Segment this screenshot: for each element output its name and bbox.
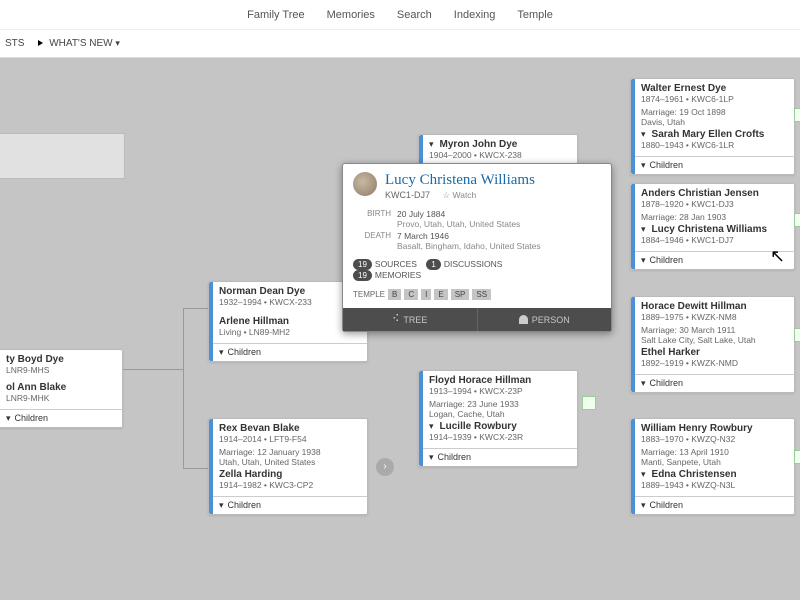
children-toggle[interactable]: Children	[209, 343, 367, 361]
connector	[183, 308, 208, 309]
connector	[183, 308, 184, 468]
card-william-rowbury[interactable]: William Henry Rowbury 1883–1970 • KWZQ-N…	[630, 418, 795, 515]
temple-e[interactable]: E	[434, 289, 447, 300]
children-toggle[interactable]: Children	[209, 496, 367, 514]
placeholder-card[interactable]	[0, 133, 125, 179]
tree-canvas[interactable]: ty Boyd Dye LNR9-MHS ol Ann Blake LNR9-M…	[0, 58, 800, 600]
discussions-count[interactable]: 1	[426, 259, 440, 270]
card-rex-blake[interactable]: Rex Bevan Blake 1914–2014 • LFT9-F54 Mar…	[208, 418, 368, 515]
person-button[interactable]: PERSON	[478, 308, 612, 331]
temple-i[interactable]: I	[421, 289, 431, 300]
temple-icon[interactable]	[794, 450, 800, 464]
card-floyd-hillman[interactable]: Floyd Horace Hillman 1913–1994 • KWCX-23…	[418, 370, 578, 467]
temple-sp[interactable]: SP	[451, 289, 470, 300]
children-toggle[interactable]: Children	[631, 156, 794, 174]
tree-icon	[392, 314, 399, 325]
card-walter-dye[interactable]: Walter Ernest Dye 1874–1961 • KWC6-1LP M…	[630, 78, 795, 175]
nav-search[interactable]: Search	[397, 9, 432, 21]
temple-c[interactable]: C	[404, 289, 418, 300]
children-toggle[interactable]: Children	[419, 448, 577, 466]
person-name: ty Boyd Dye	[6, 354, 116, 365]
person-hover-card: Lucy Christena Williams KWC1-DJ7 Watch B…	[342, 163, 612, 332]
nav-memories[interactable]: Memories	[327, 9, 375, 21]
temple-b[interactable]: B	[388, 289, 401, 300]
nav-indexing[interactable]: Indexing	[454, 9, 496, 21]
temple-icon[interactable]	[794, 213, 800, 227]
spouse-name: ol Ann Blake	[6, 382, 116, 393]
children-toggle[interactable]: Children	[631, 251, 794, 269]
memories-count[interactable]: 19	[353, 270, 372, 281]
children-toggle[interactable]: Children	[0, 409, 122, 427]
sub-nav: STS WHAT'S NEW	[0, 30, 800, 58]
connector	[123, 369, 183, 370]
children-toggle[interactable]: Children	[631, 496, 794, 514]
sources-count[interactable]: 19	[353, 259, 372, 270]
temple-icon[interactable]	[794, 328, 800, 342]
nav-family-tree[interactable]: Family Tree	[247, 9, 304, 21]
watch-link[interactable]: Watch	[443, 190, 477, 200]
children-toggle[interactable]: Children	[631, 374, 794, 392]
megaphone-icon	[38, 40, 43, 46]
temple-icon[interactable]	[794, 108, 800, 122]
temple-ss[interactable]: SS	[472, 289, 491, 300]
avatar	[353, 172, 377, 196]
card-myron-dye[interactable]: Myron John Dye 1904–2000 • KWCX-238	[418, 134, 578, 166]
subnav-whatsnew[interactable]: WHAT'S NEW	[38, 38, 119, 49]
top-nav: Family Tree Memories Search Indexing Tem…	[0, 0, 800, 30]
subnav-lists[interactable]: STS	[5, 38, 24, 49]
card-horace-hillman[interactable]: Horace Dewitt Hillman 1889–1975 • KWZK-N…	[630, 296, 795, 393]
focus-person-card[interactable]: ty Boyd Dye LNR9-MHS ol Ann Blake LNR9-M…	[0, 349, 123, 428]
popup-name[interactable]: Lucy Christena Williams	[385, 172, 601, 189]
nav-forward-button[interactable]: ›	[376, 458, 394, 476]
tree-button[interactable]: TREE	[343, 308, 477, 331]
temple-icon[interactable]	[582, 396, 596, 410]
connector	[183, 468, 208, 469]
person-id: LNR9-MHS	[6, 365, 116, 376]
card-anders-jensen[interactable]: Anders Christian Jensen 1878–1920 • KWC1…	[630, 183, 795, 270]
nav-temple[interactable]: Temple	[517, 9, 552, 21]
person-icon	[519, 315, 528, 324]
